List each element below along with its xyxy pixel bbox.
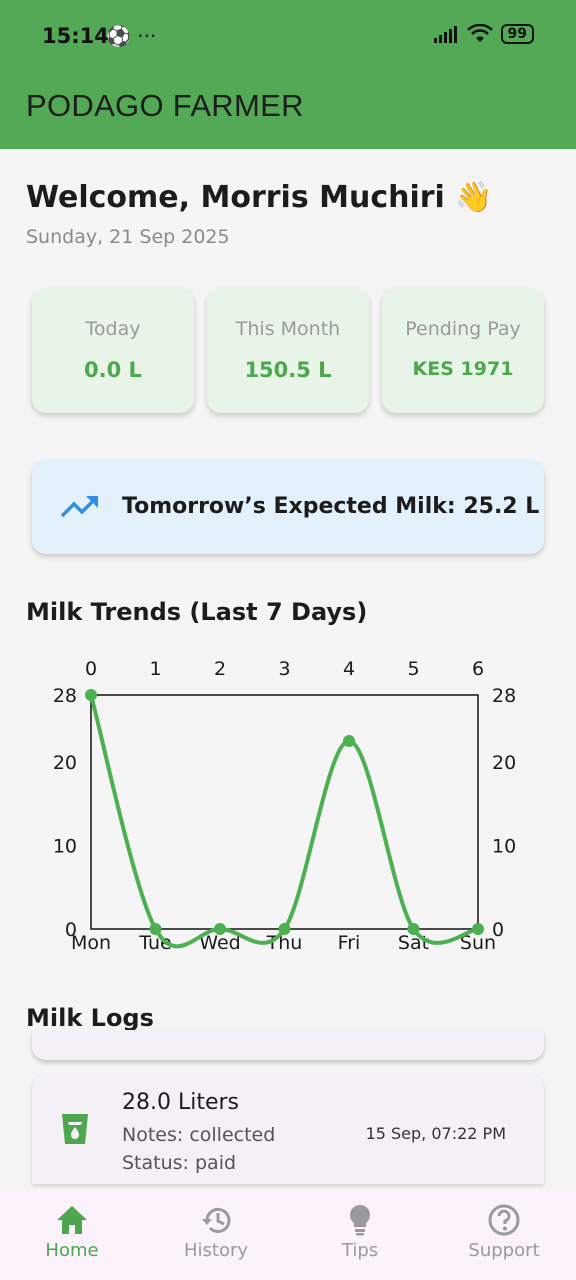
y-tick-label-right: 20 <box>492 752 516 774</box>
top-tick-label: 4 <box>343 658 355 680</box>
nav-label: Home <box>45 1240 99 1261</box>
top-tick-label: 1 <box>149 658 161 680</box>
history-icon <box>202 1207 231 1233</box>
chart-point <box>407 923 420 935</box>
stat-value: 150.5 L <box>244 358 332 382</box>
stat-value: 0.0 L <box>84 358 142 382</box>
chart-axes <box>90 694 479 930</box>
y-tick-label-left: 20 <box>53 752 77 774</box>
help-icon <box>488 1204 520 1236</box>
log-time: 15 Sep, 07:22 PM <box>365 1124 506 1143</box>
y-tick-label-right: 28 <box>492 685 516 707</box>
log-liters: 28.0 Liters <box>122 1090 240 1115</box>
app-bar: PODAGO FARMER <box>0 70 576 149</box>
signal-icon <box>433 26 457 43</box>
status-time: 15:14 <box>42 24 109 48</box>
home-icon <box>57 1206 87 1234</box>
bottom-nav: Home History Tips Support <box>0 1190 576 1280</box>
x-tick-label: Fri <box>338 932 361 954</box>
nav-item-history[interactable]: History <box>144 1190 288 1280</box>
y-tick-label-left: 28 <box>53 685 77 707</box>
top-tick-label: 6 <box>472 658 484 680</box>
log-notes: Notes: collected <box>122 1124 276 1146</box>
y-tick-label-left: 0 <box>65 919 77 941</box>
stat-card-today: Today 0.0 L <box>32 288 194 413</box>
battery-icon: 99 <box>500 24 534 44</box>
chart-point <box>85 689 97 701</box>
top-tick-label: 3 <box>278 658 290 680</box>
top-tick-label: 5 <box>407 658 419 680</box>
y-tick-label-right: 0 <box>492 919 504 941</box>
stat-label: Pending Pay <box>405 318 521 340</box>
chart-point <box>472 923 484 935</box>
y-tick-label-right: 10 <box>492 835 516 857</box>
stat-label: This Month <box>235 318 341 340</box>
water-glass-icon <box>62 1114 88 1144</box>
lightbulb-icon <box>350 1205 370 1236</box>
log-card[interactable]: 28.0 Liters Notes: collected Status: pai… <box>32 1074 544 1184</box>
stat-value: KES 1971 <box>412 358 514 380</box>
status-notification-icons: ⚽ ··· <box>106 24 157 48</box>
stat-label: Today <box>85 318 141 340</box>
app-title: PODAGO FARMER <box>26 88 304 123</box>
chart-ticks: 0 1 2 3 4 5 6Mon Tue Wed Thu Fri Sat Sun0 010 1020 2028… <box>53 658 516 954</box>
milk-trend-chart: 0 1 2 3 4 5 6Mon Tue Wed Thu Fri Sat Sun0 010 1020 2028… <box>53 658 516 954</box>
welcome-heading: Welcome, Morris Muchiri 👋 <box>26 180 493 215</box>
stat-card-pending-pay: Pending Pay KES 1971 <box>382 288 544 413</box>
forecast-text: Tomorrow’s Expected Milk: 25.2 L <box>122 494 540 519</box>
nav-item-home[interactable]: Home <box>0 1190 144 1280</box>
current-date: Sunday, 21 Sep 2025 <box>26 226 230 248</box>
chart-point <box>278 923 291 935</box>
top-tick-label: 2 <box>214 658 226 680</box>
trends-title: Milk Trends (Last 7 Days) <box>26 598 368 626</box>
nav-label: Tips <box>341 1240 379 1261</box>
forecast-card: Tomorrow’s Expected Milk: 25.2 L <box>32 460 544 554</box>
chart-point <box>149 923 162 935</box>
chart-plot-border <box>90 694 479 930</box>
nav-item-tips[interactable]: Tips <box>288 1190 432 1280</box>
nav-item-support[interactable]: Support <box>432 1190 576 1280</box>
status-right: 99 <box>433 24 534 44</box>
y-tick-label-left: 10 <box>53 835 77 857</box>
x-tick-label: Sat <box>398 932 429 954</box>
stat-card-month: This Month 150.5 L <box>207 288 369 413</box>
chart-point <box>214 923 226 935</box>
chart-point <box>343 734 355 747</box>
log-status: Status: paid <box>122 1152 237 1174</box>
nav-label: History <box>183 1240 249 1261</box>
log-card-previous <box>32 1030 544 1060</box>
status-bar: 15:14 ⚽ ··· 99 <box>0 0 576 70</box>
top-tick-label: 0 <box>85 658 97 680</box>
trending-up-icon <box>60 496 98 518</box>
wifi-icon <box>466 24 493 42</box>
nav-label: Support <box>468 1240 540 1261</box>
logs-title: Milk Logs <box>26 1004 154 1032</box>
chart-series-line <box>89 694 479 949</box>
